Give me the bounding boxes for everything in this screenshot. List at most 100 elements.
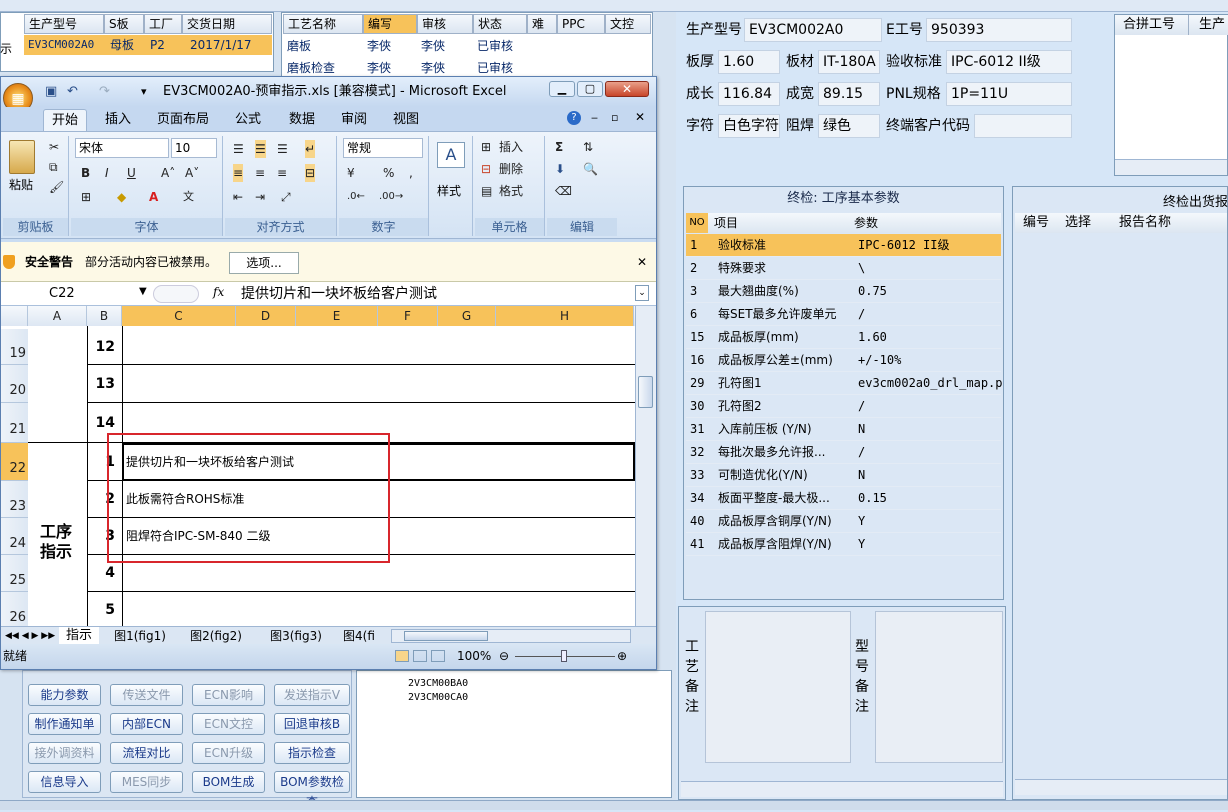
action-button[interactable]: ECN升级 bbox=[192, 742, 265, 764]
tab-view[interactable]: 视图 bbox=[385, 109, 427, 131]
sheet-tab[interactable]: 图4(fi bbox=[343, 627, 383, 645]
tab-formulas[interactable]: 公式 bbox=[227, 109, 269, 131]
mask-field[interactable]: 绿色 bbox=[818, 114, 880, 138]
styles-label[interactable]: 样式 bbox=[437, 182, 461, 199]
row-header[interactable]: 20 bbox=[1, 365, 28, 403]
order-grid-header[interactable]: 交货日期 bbox=[182, 14, 272, 34]
col-no[interactable]: NO bbox=[686, 213, 708, 233]
inspection-row[interactable]: 33 可制造优化(Y/N) N bbox=[686, 464, 1001, 487]
grow-font-icon[interactable]: A˄ bbox=[161, 164, 175, 182]
legend-field[interactable]: 白色字符 bbox=[718, 114, 780, 138]
column-header-g[interactable]: G bbox=[438, 306, 496, 326]
name-box[interactable]: C22 bbox=[49, 284, 145, 304]
align-right-icon[interactable]: ≡ bbox=[277, 164, 287, 182]
customer-code-field[interactable] bbox=[974, 114, 1072, 138]
process-cell[interactable]: 李俠 bbox=[417, 58, 473, 78]
row-header[interactable]: 21 bbox=[1, 403, 28, 443]
ribbon-minimize-icon[interactable]: ‒ bbox=[591, 111, 598, 124]
view-normal-icon[interactable] bbox=[395, 650, 409, 662]
col-item[interactable]: 项目 bbox=[714, 213, 738, 233]
align-bottom-icon[interactable]: ☰ bbox=[277, 140, 288, 158]
quick-access-menu-icon[interactable]: ▾ bbox=[141, 77, 147, 107]
process-grid-header[interactable]: 编写 bbox=[363, 14, 417, 34]
tree-item[interactable]: 2V3CM00BA0 bbox=[408, 678, 468, 689]
select-all-corner[interactable] bbox=[1, 306, 28, 326]
security-close-icon[interactable]: ✕ bbox=[637, 242, 647, 282]
name-box-dropdown-icon[interactable]: ▼ bbox=[139, 286, 147, 297]
merge-header[interactable]: 生产 bbox=[1189, 15, 1228, 35]
close-button[interactable]: ✕ bbox=[605, 81, 649, 97]
width-field[interactable]: 89.15 bbox=[818, 82, 880, 106]
process-grid-header[interactable]: 状态 bbox=[473, 14, 527, 34]
minimize-button[interactable]: ▁ bbox=[549, 81, 575, 97]
cut-icon[interactable]: ✂ bbox=[49, 138, 59, 156]
column-header-h[interactable]: H bbox=[496, 306, 634, 326]
horizontal-scrollbar[interactable] bbox=[391, 629, 631, 643]
process-cell[interactable]: 李俠 bbox=[363, 36, 417, 56]
sheet-tab-active[interactable]: 指示 bbox=[59, 627, 99, 644]
hscroll-thumb[interactable] bbox=[404, 631, 488, 641]
formula-expand-icon[interactable]: ⌄ bbox=[635, 285, 649, 301]
column-header-a[interactable]: A bbox=[28, 306, 87, 326]
percent-icon[interactable]: % bbox=[383, 164, 394, 182]
thickness-field[interactable]: 1.60 bbox=[718, 50, 780, 74]
col-select[interactable]: 选择 bbox=[1065, 213, 1091, 233]
order-grid-header[interactable]: 工厂 bbox=[144, 14, 182, 34]
sheet-tab[interactable]: 图3(fig3) bbox=[263, 627, 329, 645]
inspection-row[interactable]: 16 成品板厚公差±(mm) +/-10% bbox=[686, 349, 1001, 372]
formula-input[interactable]: 提供切片和一块坏板给客户测试 bbox=[241, 284, 631, 304]
vertical-scrollbar[interactable] bbox=[635, 306, 656, 626]
zoom-slider-thumb[interactable] bbox=[561, 650, 567, 662]
order-grid-header[interactable]: S板 bbox=[104, 14, 144, 34]
tab-page-layout[interactable]: 页面布局 bbox=[151, 109, 215, 131]
order-grid-header[interactable]: 生产型号 bbox=[24, 14, 104, 34]
bold-icon[interactable]: B bbox=[81, 164, 90, 182]
align-top-icon[interactable]: ☰ bbox=[233, 140, 244, 158]
column-header-e[interactable]: E bbox=[296, 306, 378, 326]
inspection-row[interactable]: 29 孔符图1 ev3cm002a0_drl_map.p bbox=[686, 372, 1003, 395]
action-button[interactable]: 发送指示V bbox=[274, 684, 350, 706]
action-button[interactable]: 流程对比 bbox=[110, 742, 183, 764]
row-header[interactable]: 26 bbox=[1, 592, 28, 626]
process-cell[interactable]: 李俠 bbox=[363, 58, 417, 78]
scroll-thumb[interactable] bbox=[638, 376, 653, 408]
action-button[interactable]: BOM生成 bbox=[192, 771, 265, 793]
action-button[interactable]: 内部ECN bbox=[110, 713, 183, 735]
paste-icon[interactable] bbox=[9, 140, 35, 174]
action-button[interactable]: 接外调资料 bbox=[28, 742, 101, 764]
sheet-nav-icons[interactable]: ◀◀ ◀ ▶ ▶▶ bbox=[5, 627, 55, 645]
shrink-font-icon[interactable]: A˅ bbox=[185, 164, 199, 182]
row-header[interactable]: 19 bbox=[1, 329, 28, 365]
align-center-icon[interactable]: ≡ bbox=[255, 164, 265, 182]
border-icon[interactable]: ⊞ bbox=[81, 188, 91, 206]
action-button[interactable]: 制作通知单 bbox=[28, 713, 101, 735]
decrease-decimal-icon[interactable]: .00→ bbox=[379, 188, 403, 206]
italic-icon[interactable]: I bbox=[105, 164, 109, 182]
underline-icon[interactable]: U bbox=[127, 164, 136, 182]
process-grid-header[interactable]: 难 bbox=[527, 14, 557, 34]
inspection-row[interactable]: 1 验收标准 IPC-6012 II级 bbox=[686, 234, 1001, 257]
length-field[interactable]: 116.84 bbox=[718, 82, 780, 106]
col-report-name[interactable]: 报告名称 bbox=[1119, 213, 1171, 233]
save-icon[interactable]: ▣ bbox=[45, 77, 57, 107]
format-cells-icon[interactable]: ▤ bbox=[481, 182, 492, 200]
find-icon[interactable]: 🔍 bbox=[583, 160, 598, 178]
insert-cells-icon[interactable]: ⊞ bbox=[481, 138, 491, 156]
process-cell[interactable]: 磨板检查 bbox=[283, 58, 363, 78]
copy-icon[interactable]: ⧉ bbox=[49, 158, 58, 176]
action-button[interactable]: BOM参数检查 bbox=[274, 771, 350, 809]
clear-icon[interactable]: ⌫ bbox=[555, 182, 572, 200]
undo-icon[interactable]: ↶ bbox=[67, 77, 78, 107]
column-header-f[interactable]: F bbox=[378, 306, 438, 326]
fill-color-icon[interactable]: ◆ bbox=[117, 188, 126, 206]
format-cells-label[interactable]: 格式 bbox=[499, 182, 523, 200]
column-header-b[interactable]: B bbox=[87, 306, 122, 326]
merge-header[interactable]: 合拼工号 bbox=[1115, 15, 1189, 35]
autosum-icon[interactable]: Σ bbox=[555, 138, 563, 156]
zoom-level[interactable]: 100% bbox=[457, 644, 491, 669]
wrap-text-icon[interactable]: ↵ bbox=[305, 140, 316, 158]
font-name-select[interactable]: 宋体 bbox=[75, 138, 169, 158]
shipping-hscroll[interactable] bbox=[1015, 779, 1227, 795]
ribbon-restore-icon[interactable]: ▫ bbox=[611, 111, 618, 124]
function-icon[interactable]: fx bbox=[213, 285, 224, 299]
